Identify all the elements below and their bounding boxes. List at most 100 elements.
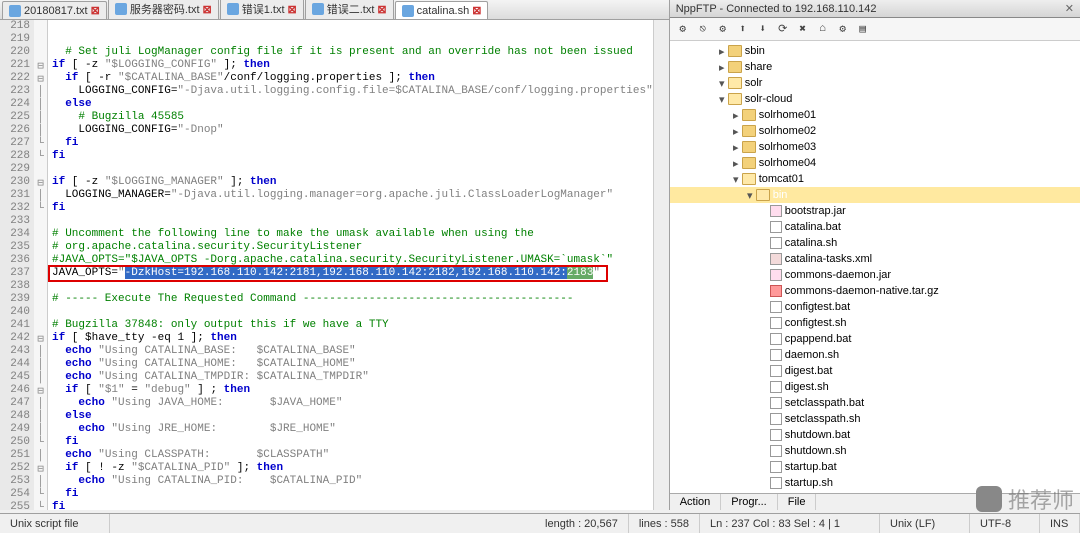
tree-folder[interactable]: ▾solr-cloud [670,91,1080,107]
code-line[interactable]: if [ -z "$LOGGING_CONFIG" ]; then [52,59,653,72]
fold-marker[interactable]: │ [34,371,47,384]
fold-marker[interactable]: │ [34,111,47,124]
tree-folder[interactable]: ▸solrhome02 [670,123,1080,139]
fold-marker[interactable]: └ [34,436,47,449]
panel-tab[interactable]: File [778,494,817,510]
editor-scrollbar[interactable] [653,20,669,510]
fold-column[interactable]: ⊟⊟││││└└⊟│└⊟│││⊟│││└│⊟│└└ [34,20,48,510]
fold-marker[interactable] [34,46,47,59]
editor-tab[interactable]: 错误二.txt⊠ [305,0,394,19]
fold-marker[interactable]: │ [34,410,47,423]
code-line[interactable]: fi [52,501,653,510]
refresh-icon[interactable]: ⟳ [774,20,792,38]
tree-file[interactable]: setclasspath.sh [670,411,1080,427]
code-line[interactable]: echo "Using CATALINA_BASE: $CATALINA_BAS… [52,345,653,358]
code-line[interactable]: echo "Using CATALINA_HOME: $CATALINA_HOM… [52,358,653,371]
fold-marker[interactable] [34,280,47,293]
code-line[interactable] [52,163,653,176]
code-lines[interactable]: # Set juli LogManager config file if it … [48,20,653,510]
fold-marker[interactable]: └ [34,501,47,510]
home-icon[interactable]: ⌂ [814,20,832,38]
code-line[interactable]: if [ "$1" = "debug" ] ; then [52,384,653,397]
fold-marker[interactable]: │ [34,423,47,436]
fold-marker[interactable]: └ [34,150,47,163]
fold-marker[interactable] [34,319,47,332]
chevron-right-icon[interactable]: ▸ [730,141,742,154]
fold-marker[interactable] [34,306,47,319]
code-line[interactable]: if [ $have_tty -eq 1 ]; then [52,332,653,345]
fold-marker[interactable]: ⊟ [34,332,47,345]
code-line[interactable] [52,215,653,228]
fold-marker[interactable]: │ [34,189,47,202]
tree-file[interactable]: daemon.sh [670,347,1080,363]
fold-marker[interactable]: │ [34,98,47,111]
fold-marker[interactable]: │ [34,449,47,462]
tree-file[interactable]: configtest.bat [670,299,1080,315]
code-line[interactable]: #JAVA_OPTS="$JAVA_OPTS -Dorg.apache.cata… [52,254,653,267]
chevron-right-icon[interactable]: ▸ [730,157,742,170]
code-line[interactable]: fi [52,150,653,163]
fold-marker[interactable]: │ [34,358,47,371]
fold-marker[interactable]: │ [34,345,47,358]
close-icon[interactable]: ⊠ [203,3,212,16]
download-icon[interactable]: ⬇ [754,20,772,38]
fold-marker[interactable] [34,228,47,241]
code-line[interactable]: # Uncomment the following line to make t… [52,228,653,241]
tree-file[interactable]: startup.bat [670,459,1080,475]
code-line[interactable]: fi [52,488,653,501]
code-line[interactable]: echo "Using JAVA_HOME: $JAVA_HOME" [52,397,653,410]
fold-marker[interactable]: ⊟ [34,384,47,397]
chevron-right-icon[interactable]: ▸ [730,109,742,122]
fold-marker[interactable]: │ [34,397,47,410]
chevron-right-icon[interactable]: ▸ [716,45,728,58]
settings-icon[interactable]: ⚙ [714,20,732,38]
chevron-down-icon[interactable]: ▾ [716,93,728,106]
fold-marker[interactable] [34,163,47,176]
fold-marker[interactable] [34,267,47,280]
fold-marker[interactable] [34,33,47,46]
code-line[interactable]: LOGGING_CONFIG="-Djava.util.logging.conf… [52,85,653,98]
code-line[interactable]: # org.apache.catalina.security.SecurityL… [52,241,653,254]
code-line[interactable]: fi [52,137,653,150]
tree-file[interactable]: configtest.sh [670,315,1080,331]
close-icon[interactable]: ⊠ [288,3,297,16]
code-line[interactable] [52,33,653,46]
close-icon[interactable]: ✕ [1065,2,1074,15]
panel-tab[interactable]: Progr... [721,494,777,510]
code-line[interactable]: fi [52,436,653,449]
code-line[interactable]: if [ -z "$LOGGING_MANAGER" ]; then [52,176,653,189]
fold-marker[interactable]: ⊟ [34,462,47,475]
tree-folder[interactable]: ▸solrhome01 [670,107,1080,123]
fold-marker[interactable]: └ [34,488,47,501]
chevron-down-icon[interactable]: ▾ [744,189,756,202]
chevron-right-icon[interactable]: ▸ [730,125,742,138]
console-icon[interactable]: ▤ [854,20,872,38]
code-line[interactable]: fi [52,202,653,215]
code-line[interactable]: # ----- Execute The Requested Command --… [52,293,653,306]
tree-folder[interactable]: ▸solrhome03 [670,139,1080,155]
code-line[interactable]: else [52,410,653,423]
fold-marker[interactable]: │ [34,124,47,137]
fold-marker[interactable]: ⊟ [34,176,47,189]
fold-marker[interactable] [34,20,47,33]
tree-file[interactable]: setclasspath.bat [670,395,1080,411]
code-line[interactable]: LOGGING_CONFIG="-Dnop" [52,124,653,137]
disconnect-icon[interactable]: ⎋ [694,20,712,38]
code-line[interactable] [52,280,653,293]
tree-file[interactable]: commons-daemon-native.tar.gz [670,283,1080,299]
fold-marker[interactable]: └ [34,137,47,150]
fold-marker[interactable]: │ [34,85,47,98]
code-line[interactable] [52,20,653,33]
link-icon[interactable]: ⚙ [674,20,692,38]
code-line[interactable]: echo "Using JRE_HOME: $JRE_HOME" [52,423,653,436]
tree-file[interactable]: bootstrap.jar [670,203,1080,219]
tree-file[interactable]: shutdown.bat [670,427,1080,443]
code-line[interactable]: if [ ! -z "$CATALINA_PID" ]; then [52,462,653,475]
upload-icon[interactable]: ⬆ [734,20,752,38]
code-line[interactable]: echo "Using CATALINA_TMPDIR: $CATALINA_T… [52,371,653,384]
chevron-down-icon[interactable]: ▾ [716,77,728,90]
gear-icon[interactable]: ⚙ [834,20,852,38]
tree-file[interactable]: catalina.sh [670,235,1080,251]
tree-file[interactable]: catalina.bat [670,219,1080,235]
chevron-down-icon[interactable]: ▾ [730,173,742,186]
